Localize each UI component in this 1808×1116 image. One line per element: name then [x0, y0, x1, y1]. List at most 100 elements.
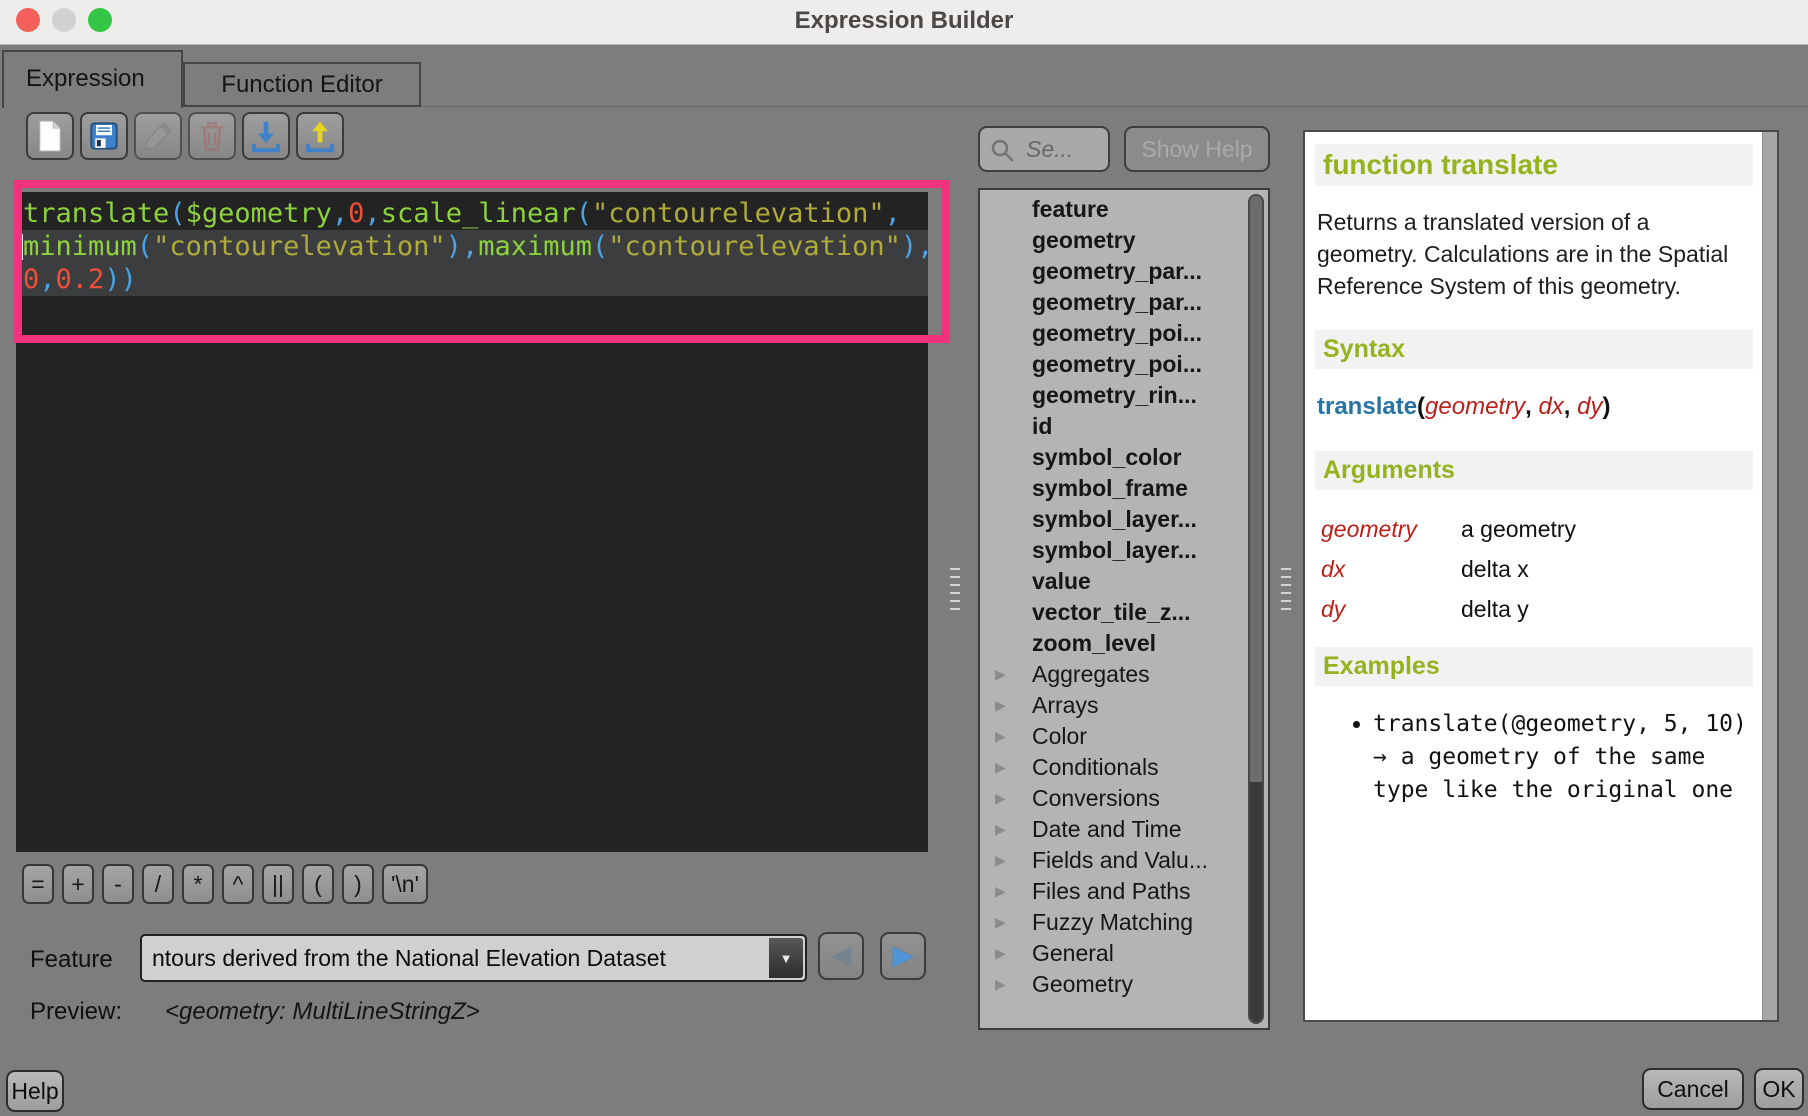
expression-editor[interactable]: translate($geometry,0,scale_linear("cont… [16, 192, 928, 852]
tree-item[interactable]: geometry_poi... [980, 349, 1268, 380]
show-help-button[interactable]: Show Help [1124, 126, 1270, 172]
feature-combobox[interactable]: ntours derived from the National Elevati… [140, 934, 807, 982]
function-help-panel: function translate Returns a translated … [1303, 130, 1779, 1022]
tree-item[interactable]: geometry_poi... [980, 318, 1268, 349]
expander-icon[interactable]: ▶ [995, 876, 1006, 907]
tree-item[interactable]: symbol_layer... [980, 504, 1268, 535]
save-expression-button[interactable] [80, 112, 128, 160]
tree-item[interactable]: geometry_rin... [980, 380, 1268, 411]
argument-row: dydelta y [1321, 596, 1751, 623]
operator-button[interactable]: || [262, 864, 294, 904]
import-expressions-button[interactable] [242, 112, 290, 160]
tree-group[interactable]: ▶Fields and Valu... [980, 845, 1268, 876]
expander-icon[interactable]: ▶ [995, 659, 1006, 690]
tree-group[interactable]: ▶Files and Paths [980, 876, 1268, 907]
tree-item[interactable]: symbol_frame [980, 473, 1268, 504]
operator-button[interactable]: ) [342, 864, 374, 904]
code-line: 0,0.2)) [16, 263, 928, 296]
tree-group[interactable]: ▶Fuzzy Matching [980, 907, 1268, 938]
tab-divider [420, 106, 1808, 107]
operator-button[interactable]: / [142, 864, 174, 904]
delete-expression-button[interactable] [188, 112, 236, 160]
combobox-dropdown-icon[interactable]: ▼ [769, 938, 803, 978]
argument-row: geometrya geometry [1321, 516, 1751, 543]
arguments-table: geometrya geometry dxdelta x dydelta y [1321, 516, 1751, 623]
tree-item[interactable]: symbol_color [980, 442, 1268, 473]
splitter-grip-icon[interactable] [950, 568, 960, 614]
tree-group[interactable]: ▶Geometry [980, 969, 1268, 1000]
operator-button[interactable]: - [102, 864, 134, 904]
expander-icon[interactable]: ▶ [995, 783, 1006, 814]
tab-function-editor[interactable]: Function Editor [183, 62, 421, 107]
expander-icon[interactable]: ▶ [995, 845, 1006, 876]
expander-icon[interactable]: ▶ [995, 721, 1006, 752]
tree-item[interactable]: id [980, 411, 1268, 442]
tree-item[interactable]: geometry [980, 225, 1268, 256]
splitter-grip-icon[interactable] [1281, 568, 1291, 614]
syntax-header: Syntax [1315, 330, 1753, 369]
new-file-icon [31, 117, 69, 155]
code-line: minimum("contourelevation"),maximum("con… [16, 230, 928, 263]
preview-label: Preview: [30, 998, 122, 1026]
argument-row: dxdelta x [1321, 556, 1751, 583]
previous-feature-button[interactable]: ◀ [818, 932, 864, 980]
search-placeholder: Se... [1026, 128, 1073, 170]
export-icon [301, 117, 339, 155]
feature-label: Feature [30, 946, 113, 974]
expander-icon[interactable]: ▶ [995, 969, 1006, 1000]
tree-item[interactable]: value [980, 566, 1268, 597]
examples-list: translate(@geometry, 5, 10) → a geometry… [1315, 708, 1753, 807]
tree-group[interactable]: ▶Conditionals [980, 752, 1268, 783]
expander-icon[interactable]: ▶ [995, 752, 1006, 783]
tree-group[interactable]: ▶Date and Time [980, 814, 1268, 845]
tab-expression[interactable]: Expression [2, 50, 183, 108]
help-button[interactable]: Help [6, 1070, 64, 1112]
cancel-button[interactable]: Cancel [1642, 1068, 1744, 1110]
export-expressions-button[interactable] [296, 112, 344, 160]
arguments-header: Arguments [1315, 451, 1753, 490]
tree-item[interactable]: symbol_layer... [980, 535, 1268, 566]
tree-item[interactable]: geometry_par... [980, 256, 1268, 287]
tree-item[interactable]: zoom_level [980, 628, 1268, 659]
tree-group[interactable]: ▶Arrays [980, 690, 1268, 721]
operator-buttons: =+-/*^||()'\n' [22, 864, 428, 904]
text-cursor [21, 234, 23, 260]
ok-button[interactable]: OK [1754, 1068, 1804, 1110]
new-expression-button[interactable] [26, 112, 74, 160]
operator-button[interactable]: ( [302, 864, 334, 904]
example-item: translate(@geometry, 5, 10) → a geometry… [1373, 708, 1753, 807]
expander-icon[interactable]: ▶ [995, 690, 1006, 721]
edit-expression-button[interactable] [134, 112, 182, 160]
search-input[interactable]: Se... [978, 126, 1110, 172]
syntax-signature: translate(geometry, dx, dy) [1317, 393, 1751, 421]
feature-combobox-value: ntours derived from the National Elevati… [152, 936, 765, 980]
operator-button[interactable]: = [22, 864, 54, 904]
window-title: Expression Builder [0, 0, 1808, 44]
tree-item[interactable]: feature [980, 194, 1268, 225]
tree-group[interactable]: ▶Conversions [980, 783, 1268, 814]
expander-icon[interactable]: ▶ [995, 814, 1006, 845]
title-bar: Expression Builder [0, 0, 1808, 45]
expander-icon[interactable]: ▶ [995, 907, 1006, 938]
search-icon [990, 138, 1016, 164]
tree-item[interactable]: geometry_par... [980, 287, 1268, 318]
expander-icon[interactable]: ▶ [995, 938, 1006, 969]
operator-button[interactable]: + [62, 864, 94, 904]
next-feature-button[interactable]: ▶ [880, 932, 926, 980]
expression-builder-dialog: Expression Builder Expression Function E… [0, 0, 1808, 1116]
operator-button[interactable]: ^ [222, 864, 254, 904]
examples-header: Examples [1315, 647, 1753, 686]
preview-value: <geometry: MultiLineStringZ> [165, 998, 480, 1026]
operator-button[interactable]: * [182, 864, 214, 904]
pencil-icon [139, 117, 177, 155]
tree-group[interactable]: ▶Aggregates [980, 659, 1268, 690]
operator-button[interactable]: '\n' [382, 864, 428, 904]
function-tree: featuregeometrygeometry_par...geometry_p… [978, 188, 1270, 1030]
tree-group[interactable]: ▶Color [980, 721, 1268, 752]
code-line: translate($geometry,0,scale_linear("cont… [16, 197, 928, 230]
trash-icon [193, 117, 231, 155]
tree-item[interactable]: vector_tile_z... [980, 597, 1268, 628]
tree-group[interactable]: ▶General [980, 938, 1268, 969]
help-scrollbar[interactable] [1762, 132, 1777, 1020]
save-icon [85, 117, 123, 155]
